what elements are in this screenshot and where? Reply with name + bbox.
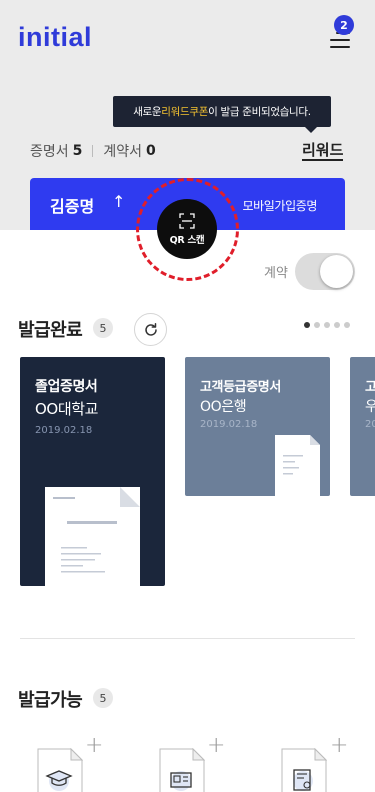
page-dot[interactable] [324,322,330,328]
card-title: 졸업증명서 [35,379,98,395]
graduation-cap-icon [37,747,84,792]
add-icon[interactable]: + [207,735,225,757]
mobile-signup-cert-label: 모바일가입증명 [242,199,318,213]
contract-toggle-label: 계약 [264,266,288,281]
tooltip-text-before: 새로운 [133,106,162,118]
document-thumbnail [45,487,140,586]
issued-card-graduation[interactable]: 졸업증명서 OO대학교 2019.02.18 [20,357,165,586]
card-issuer: OO대학교 [35,400,99,418]
issued-card-customer-grade[interactable]: 고객등급증명서 OO은행 2019.02.18 [185,357,330,496]
card-title: 고객등급증명서 [200,380,281,395]
menu-icon-bar [330,39,350,41]
qr-scan-label: QR 스캔 [169,234,205,246]
card-title: 고 [365,380,375,395]
document-thumbnail [275,435,320,496]
card-date: 2019.02.18 [200,419,258,430]
contract-toggle[interactable] [295,253,355,290]
available-section-title: 발급가능 [18,690,83,711]
menu-icon-bar [330,46,350,48]
page-dot[interactable] [314,322,320,328]
reward-coupon-tooltip[interactable]: 새로운 리워드쿠폰 이 발급 준비되었습니다. [113,96,331,133]
qr-scan-icon [179,212,195,229]
reward-link[interactable]: 리워드 [302,141,344,161]
issued-card-partial[interactable]: 고 우 20 [350,357,375,496]
arrow-up-icon: ↑ [112,192,126,211]
user-name: 김증명 [50,197,95,216]
cert-count-value: 5 [72,143,83,159]
page-dot[interactable] [344,322,350,328]
tooltip-tail [305,127,317,133]
refresh-button[interactable] [134,313,167,346]
add-icon[interactable]: + [85,735,103,757]
document-counts: 증명서 5 계약서 0 [30,141,156,161]
issued-section-title: 발급완료 [18,320,83,341]
available-count-badge: 5 [93,688,113,708]
tooltip-text-after: 이 발급 준비되었습니다. [208,106,311,118]
contract-count-value: 0 [146,143,156,159]
card-date: 2019.02.18 [35,425,93,436]
tooltip-highlight: 리워드쿠폰 [161,106,209,118]
add-icon[interactable]: + [330,735,348,757]
notification-badge: 2 [334,15,354,35]
page-dot[interactable] [304,322,310,328]
refresh-icon [144,322,157,336]
toggle-knob [320,255,353,288]
page-dot[interactable] [334,322,340,328]
id-card-icon [159,747,206,792]
card-issuer: OO은행 [200,399,247,415]
section-divider [20,638,355,639]
count-divider [92,145,94,157]
issued-count-badge: 5 [93,318,113,338]
card-date: 20 [365,419,375,430]
contract-count-label: 계약서 [103,144,143,160]
app-logo: initial [18,22,93,52]
qr-scan-button[interactable]: QR 스캔 [157,199,217,259]
cert-count-label: 증명서 [30,144,69,160]
carousel-pagination[interactable] [304,322,350,328]
card-issuer: 우 [365,399,375,415]
certificate-icon [281,747,328,792]
